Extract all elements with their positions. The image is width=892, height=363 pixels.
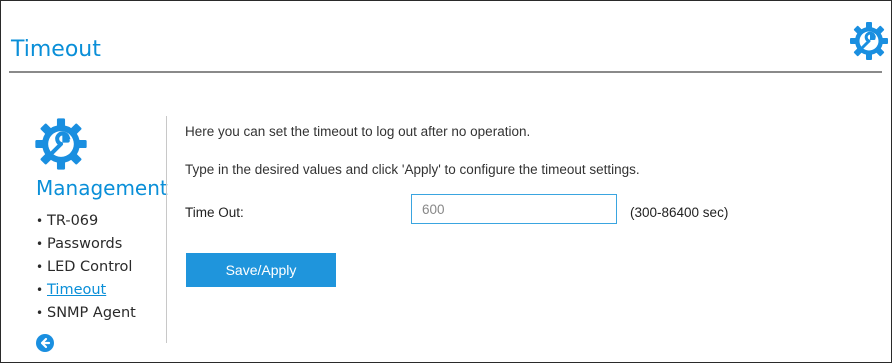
sidebar-item-tr069[interactable]: • TR-069 (36, 210, 136, 233)
bullet: • (36, 283, 44, 297)
sidebar-item-timeout[interactable]: • Timeout (36, 279, 136, 302)
sidebar-item-label[interactable]: TR-069 (47, 213, 98, 229)
timeout-range-hint: (300-86400 sec) (630, 205, 729, 220)
sidebar-item-label-active[interactable]: Timeout (47, 282, 106, 298)
timeout-input[interactable] (411, 194, 617, 224)
sidebar-item-passwords[interactable]: • Passwords (36, 233, 136, 256)
bullet: • (36, 260, 44, 274)
sidebar-nav: • TR-069 • Passwords • LED Control • Timeout… (36, 210, 136, 325)
sidebar: Management • TR-069 • Passwords • LED Contr… (9, 109, 169, 359)
header-divider (9, 71, 882, 73)
bullet: • (36, 237, 44, 251)
arrow-left-circle-icon[interactable] (36, 334, 54, 352)
bullet: • (36, 306, 44, 320)
intro-text: Here you can set the timeout to log out … (185, 124, 531, 139)
sidebar-item-snmp-agent[interactable]: • SNMP Agent (36, 302, 136, 325)
instructions-text: Type in the desired values and click 'Ap… (185, 162, 640, 177)
app-frame: Timeout Management • TR-069 • Passwords … (0, 0, 892, 363)
save-apply-button[interactable]: Save/Apply (186, 253, 336, 287)
gear-wrench-icon (35, 118, 87, 170)
sidebar-divider (166, 116, 167, 343)
sidebar-item-label[interactable]: LED Control (47, 259, 132, 275)
sidebar-item-label[interactable]: SNMP Agent (47, 305, 136, 321)
sidebar-title: Management (36, 176, 168, 200)
sidebar-item-label[interactable]: Passwords (47, 236, 122, 252)
timeout-label: Time Out: (185, 205, 244, 220)
sidebar-item-led-control[interactable]: • LED Control (36, 256, 136, 279)
page-title: Timeout (11, 37, 101, 62)
bullet: • (36, 214, 44, 228)
page-header: Timeout (1, 1, 891, 73)
gear-wrench-icon (850, 22, 888, 60)
